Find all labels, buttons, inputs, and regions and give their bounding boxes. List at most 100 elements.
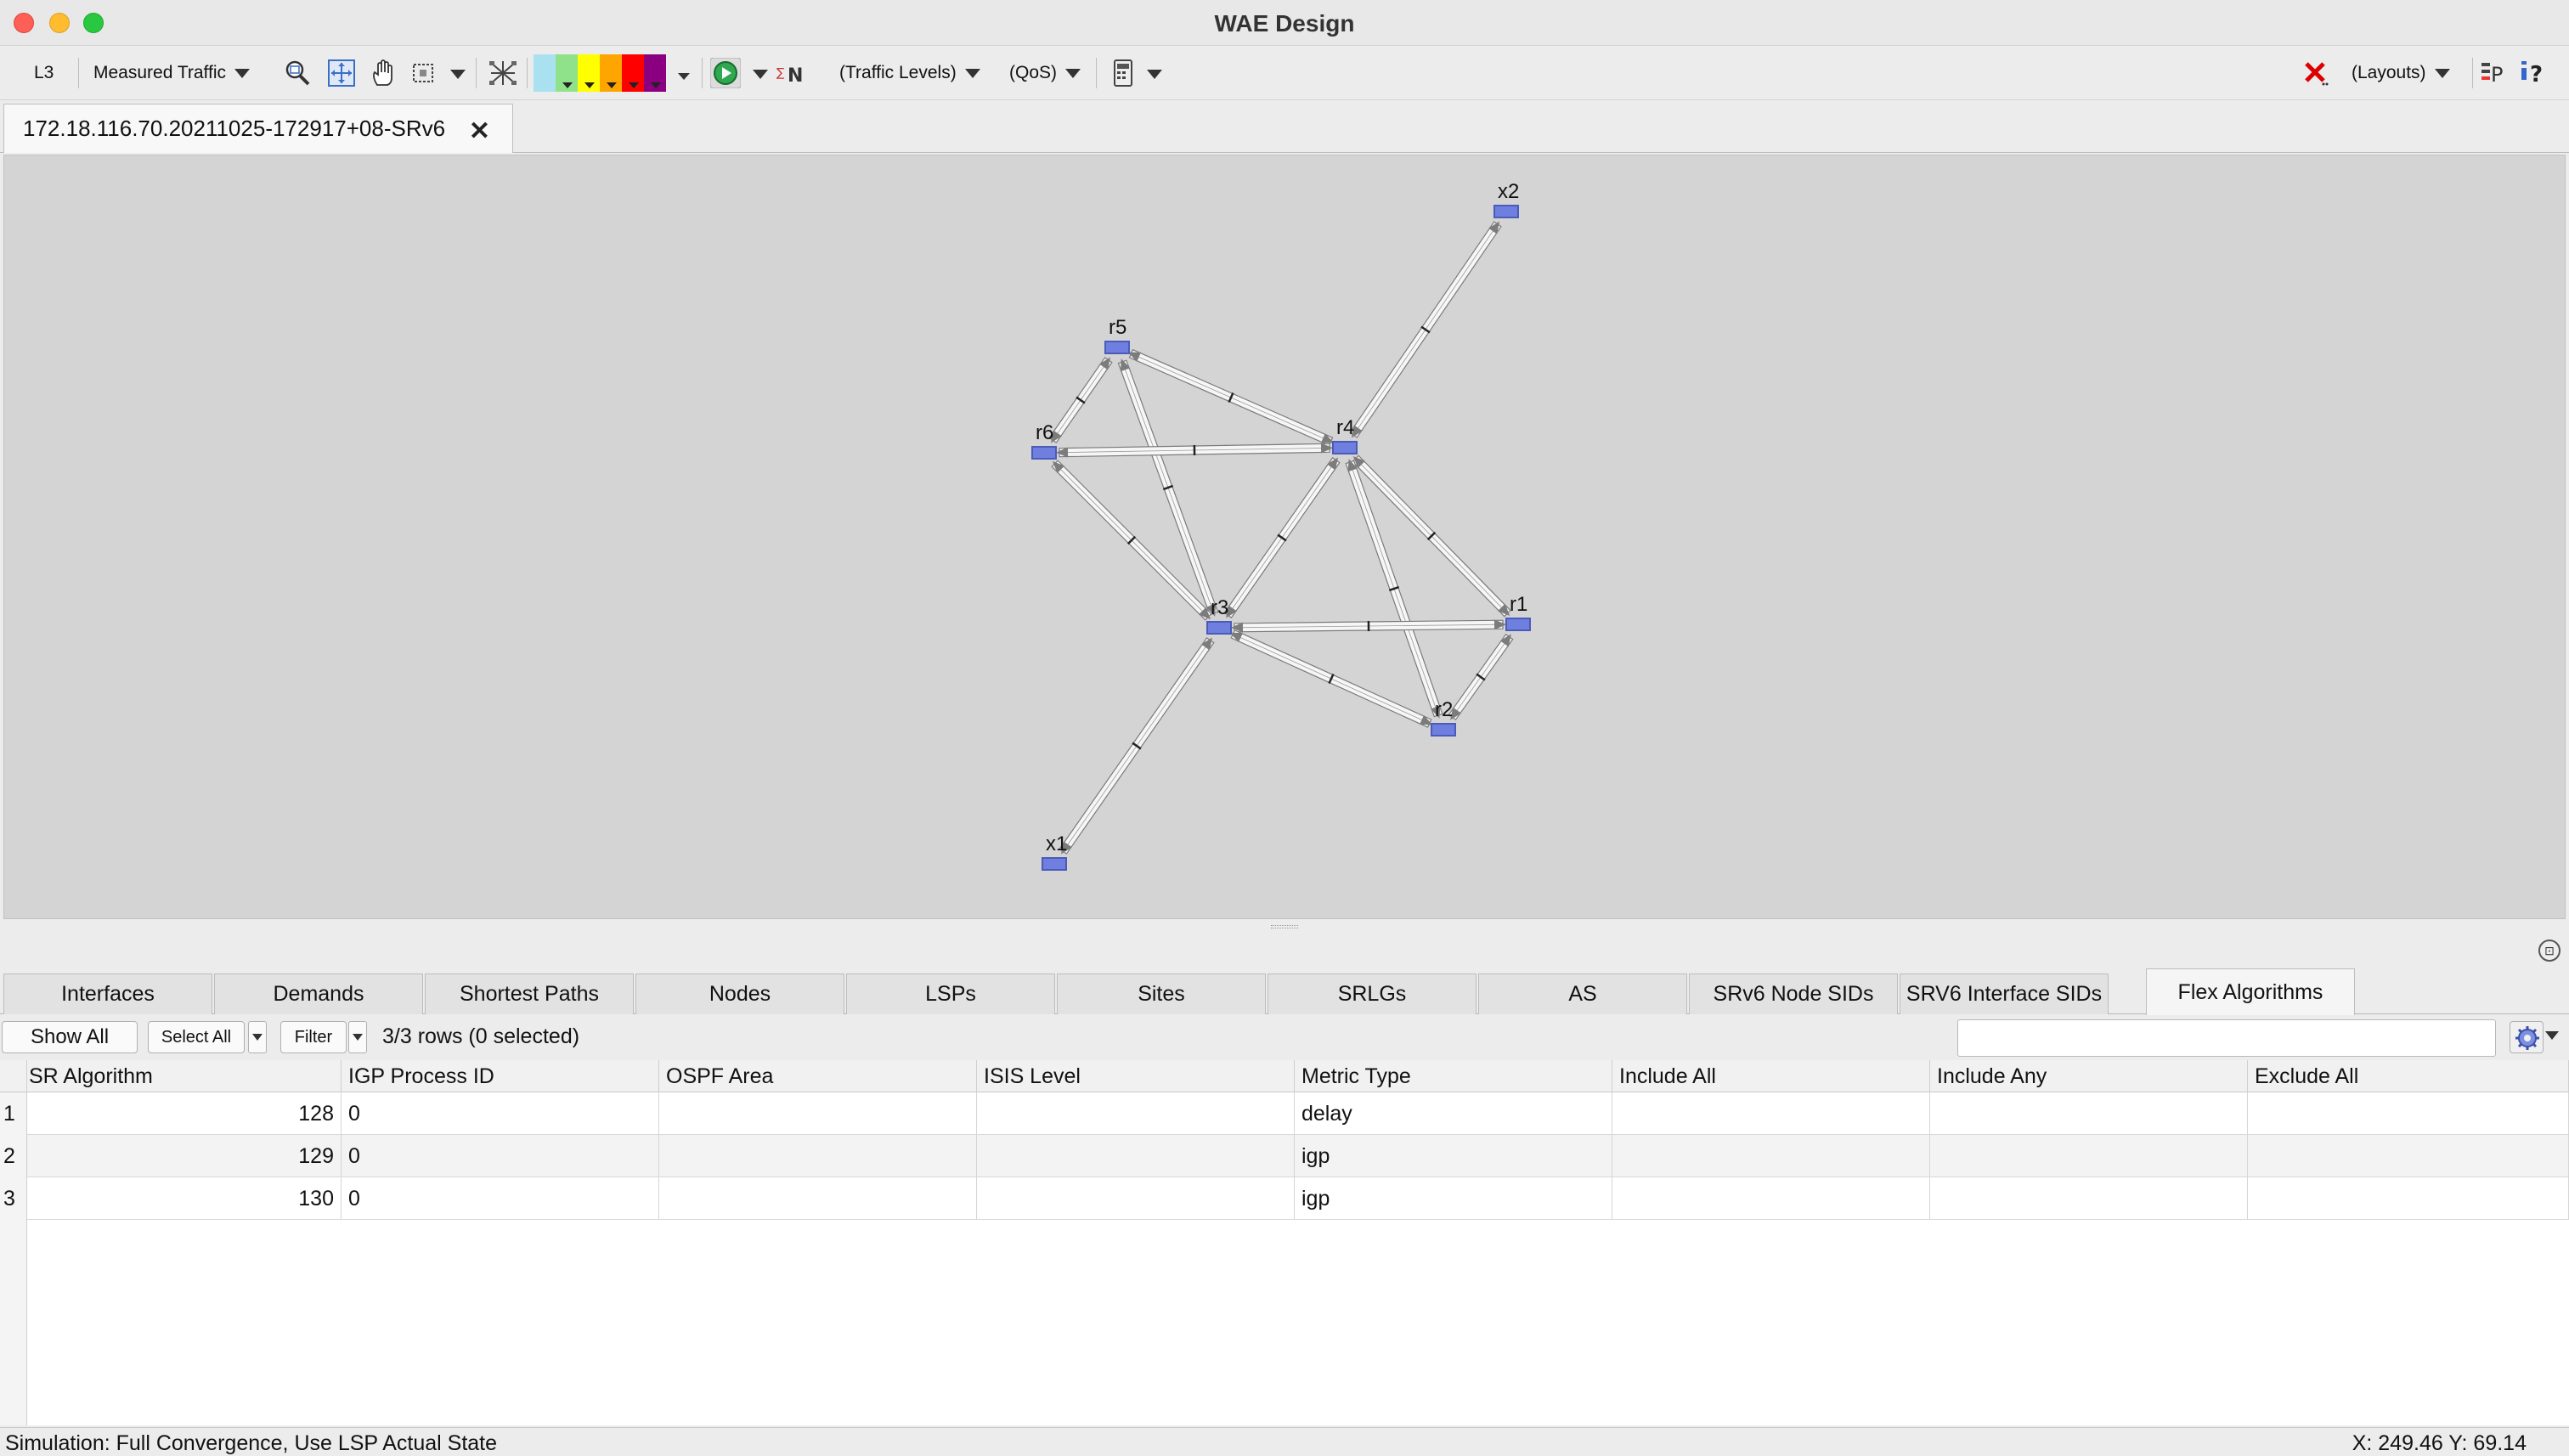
tab-lsps[interactable]: LSPs [846,973,1055,1014]
fit-view-icon[interactable] [326,58,357,88]
cell-include-any[interactable] [1930,1177,2248,1220]
link-r1-r2[interactable] [1448,633,1514,721]
filter-button[interactable]: Filter [280,1021,347,1053]
cell-ospf-area[interactable] [659,1092,977,1135]
cell-igp-process-id[interactable]: 0 [342,1135,659,1177]
table-row[interactable]: 2 129 0 igp [0,1135,2569,1177]
restore-pane-icon[interactable]: ⊡ [2538,940,2561,962]
network-plot[interactable]: x2 r5 r6 r4 r3 r1 r2 x1 [4,155,2566,920]
link-r5-r6[interactable] [1048,357,1113,443]
layer-button[interactable]: L3 [34,46,54,100]
cell-include-all[interactable] [1612,1177,1930,1220]
table-row[interactable]: 1 128 0 delay [0,1092,2569,1135]
link-r3-r1[interactable] [1230,619,1507,633]
select-area-icon[interactable] [409,58,440,88]
cell-ospf-area[interactable] [659,1135,977,1177]
tab-demands[interactable]: Demands [214,973,423,1014]
cell-sr-algorithm[interactable]: 128 [27,1092,342,1135]
tab-shortest-paths[interactable]: Shortest Paths [425,973,634,1014]
column-header-exclude-all[interactable]: Exclude All [2248,1060,2569,1092]
utilization-color-scale[interactable] [534,54,666,92]
hand-pan-icon[interactable] [369,58,399,88]
link-r3-r2[interactable] [1229,629,1433,728]
chevron-down-icon[interactable] [753,70,768,79]
traffic-select[interactable]: Measured Traffic [93,46,251,100]
node-r2[interactable]: r2 [1431,698,1456,736]
cell-include-all[interactable] [1612,1135,1930,1177]
tab-as[interactable]: AS [1478,973,1687,1014]
column-header-sr-algorithm[interactable]: SR Algorithm [22,1060,342,1092]
column-header-include-any[interactable]: Include Any [1930,1060,2248,1092]
chevron-down-icon[interactable] [1147,70,1162,79]
cell-include-any[interactable] [1930,1092,2248,1135]
tab-srlgs[interactable]: SRLGs [1268,973,1476,1014]
link-r5-r4[interactable] [1127,348,1335,447]
demand-icon[interactable]: ∑ N [776,58,807,88]
topology-canvas[interactable]: x2 r5 r6 r4 r3 r1 r2 x1 [3,155,2566,919]
node-r5[interactable]: r5 [1104,316,1130,354]
tab-srv6-node-sids[interactable]: SRv6 Node SIDs [1689,973,1898,1014]
link-x2-r4[interactable] [1349,221,1502,438]
column-header-include-all[interactable]: Include All [1612,1060,1930,1092]
calculator-icon[interactable] [1108,58,1138,88]
traffic-levels-select[interactable]: (Traffic Levels) [839,46,980,100]
tab-srv6-interface-sids[interactable]: SRV6 Interface SIDs [1900,973,2109,1014]
node-r1[interactable]: r1 [1505,593,1531,631]
document-tab[interactable]: 172.18.116.70.20211025-172917+08-SRv6 ✕ [3,104,513,153]
cell-igp-process-id[interactable]: 0 [342,1177,659,1220]
cell-isis-level[interactable] [977,1092,1295,1135]
column-header-isis-level[interactable]: ISIS Level [977,1060,1295,1092]
close-icon[interactable]: ✕ [469,116,490,146]
network-layout-icon[interactable] [488,58,518,88]
table-row[interactable]: 3 130 0 igp [0,1177,2569,1220]
link-r4-r3[interactable] [1223,457,1341,618]
filter-dropdown[interactable] [348,1021,367,1053]
column-header-ospf-area[interactable]: OSPF Area [659,1060,977,1092]
splitter-grip[interactable] [1271,925,1298,928]
table-search-input[interactable] [1957,1019,2496,1057]
cell-exclude-all[interactable] [2248,1135,2569,1177]
tab-sites[interactable]: Sites [1057,973,1266,1014]
node-r4[interactable]: r4 [1332,416,1358,454]
cell-igp-process-id[interactable]: 0 [342,1092,659,1135]
cell-metric-type[interactable]: delay [1295,1092,1612,1135]
column-header-metric-type[interactable]: Metric Type [1295,1060,1612,1092]
cell-ospf-area[interactable] [659,1177,977,1220]
node-r3[interactable]: r3 [1206,596,1232,635]
zoom-search-icon[interactable] [282,58,313,88]
chevron-down-icon[interactable] [678,73,690,80]
cell-isis-level[interactable] [977,1135,1295,1177]
column-header-igp-process-id[interactable]: IGP Process ID [342,1060,659,1092]
tab-interfaces[interactable]: Interfaces [3,973,212,1014]
chevron-down-icon[interactable] [450,70,466,79]
cell-sr-algorithm[interactable]: 130 [27,1177,342,1220]
cell-include-any[interactable] [1930,1135,2248,1177]
link-r3-x1[interactable] [1059,637,1215,855]
cell-exclude-all[interactable] [2248,1177,2569,1220]
link-r6-r4[interactable] [1055,443,1334,458]
layouts-select[interactable]: (Layouts) [2352,46,2450,100]
tab-nodes[interactable]: Nodes [635,973,844,1014]
table-toolbar: Show All Select All Filter 3/3 rows (0 s… [0,1016,2569,1060]
cell-exclude-all[interactable] [2248,1092,2569,1135]
help-icon[interactable]: ? [2520,58,2550,88]
cell-sr-algorithm[interactable]: 129 [27,1135,342,1177]
run-simulation-icon[interactable] [710,58,741,88]
cell-isis-level[interactable] [977,1177,1295,1220]
clear-x-icon[interactable] [2301,58,2331,88]
select-all-button[interactable]: Select All [148,1021,245,1053]
pane-splitter[interactable] [0,921,2569,933]
chevron-down-icon[interactable] [2545,1031,2559,1040]
show-all-button[interactable]: Show All [2,1021,138,1053]
select-all-dropdown[interactable] [248,1021,267,1053]
cell-include-all[interactable] [1612,1092,1930,1135]
node-x2[interactable]: x2 [1493,180,1519,218]
tab-flex-algorithms[interactable]: Flex Algorithms [2146,968,2355,1015]
qos-select[interactable]: (QoS) [1009,46,1081,100]
node-r6[interactable]: r6 [1031,421,1057,460]
node-x1[interactable]: x1 [1042,832,1067,871]
table-settings-button[interactable] [2510,1021,2544,1053]
cell-metric-type[interactable]: igp [1295,1177,1612,1220]
plan-properties-icon[interactable]: P [2479,58,2510,88]
cell-metric-type[interactable]: igp [1295,1135,1612,1177]
